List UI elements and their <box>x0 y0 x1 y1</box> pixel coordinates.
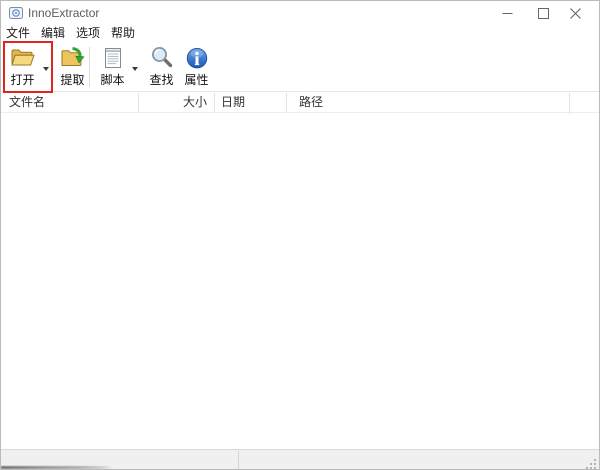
maximize-icon <box>537 7 549 19</box>
window-title: InnoExtractor <box>28 6 100 20</box>
open-dropdown-arrow-icon[interactable] <box>43 67 49 71</box>
close-icon <box>569 7 581 19</box>
menu-item-help[interactable]: 帮助 <box>107 25 139 41</box>
menu-item-options[interactable]: 选项 <box>72 25 104 41</box>
script-document-icon <box>100 45 126 71</box>
maximize-button[interactable] <box>529 1 557 25</box>
open-folder-icon <box>10 45 36 71</box>
close-button[interactable] <box>561 1 589 25</box>
find-button-label: 查找 <box>149 73 174 87</box>
status-panel-right <box>245 450 585 469</box>
script-button[interactable]: 脚本 <box>94 43 131 89</box>
column-header-size[interactable]: 大小 <box>138 92 214 113</box>
find-button[interactable]: 查找 <box>143 43 180 89</box>
properties-button[interactable]: 属性 <box>178 43 215 89</box>
open-button[interactable]: 打开 <box>4 43 41 89</box>
properties-button-label: 属性 <box>184 73 209 87</box>
minimize-icon <box>502 12 512 14</box>
menu-bar: 文件 编辑 选项 帮助 <box>1 25 599 41</box>
script-button-label: 脚本 <box>100 73 125 87</box>
column-separator[interactable] <box>138 93 139 112</box>
script-dropdown-arrow-icon[interactable] <box>132 67 138 71</box>
title-bar[interactable]: InnoExtractor <box>1 1 599 25</box>
app-icon <box>9 6 23 20</box>
resize-grip-icon[interactable] <box>586 457 597 469</box>
column-header-path[interactable]: 路径 <box>286 92 569 113</box>
search-magnifier-icon <box>149 45 175 71</box>
status-bar-separator <box>238 451 239 469</box>
file-list-header: 文件名 大小 日期 路径 <box>1 91 599 119</box>
column-separator[interactable] <box>214 93 215 112</box>
menu-item-edit[interactable]: 编辑 <box>37 25 69 41</box>
taskbar-edge-smudge <box>1 466 113 469</box>
minimize-button[interactable] <box>493 1 521 25</box>
info-icon <box>184 45 210 71</box>
open-button-label: 打开 <box>10 73 35 87</box>
app-window: InnoExtractor 文件 编辑 选项 帮助 打开 提取 脚本 查找 属性… <box>0 0 600 470</box>
extract-button-label: 提取 <box>60 73 85 87</box>
toolbar-separator <box>89 47 90 87</box>
extract-button[interactable]: 提取 <box>54 43 91 89</box>
column-header-date[interactable]: 日期 <box>214 92 286 113</box>
menu-item-file[interactable]: 文件 <box>2 25 34 41</box>
column-header-filename[interactable]: 文件名 <box>1 92 138 113</box>
extract-folder-icon <box>60 45 86 71</box>
toolbar: 打开 提取 脚本 查找 属性 <box>1 41 599 91</box>
column-separator[interactable] <box>286 93 287 112</box>
file-list-area <box>1 114 599 449</box>
